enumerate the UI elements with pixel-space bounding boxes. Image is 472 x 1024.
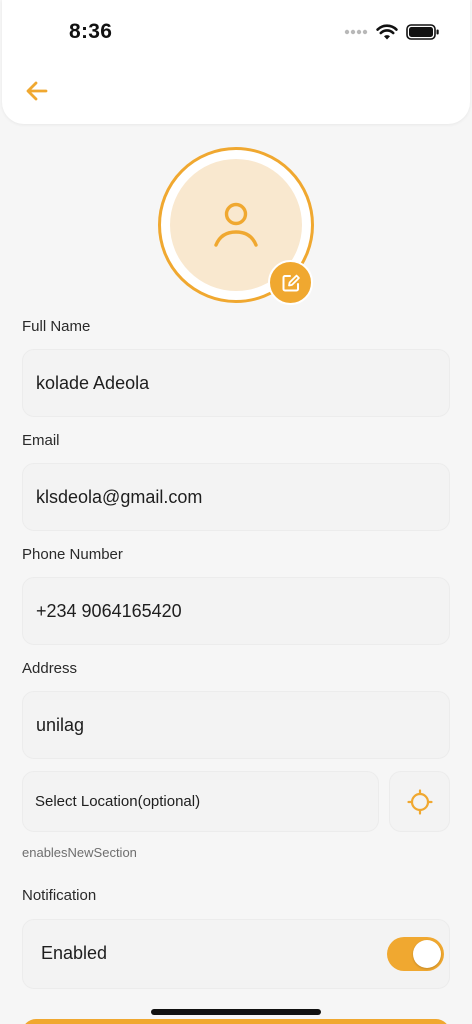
status-icons — [344, 22, 440, 42]
edit-avatar-button[interactable] — [268, 260, 313, 305]
notification-toggle[interactable] — [387, 937, 444, 971]
phone-field[interactable]: +234 9064165420 — [22, 577, 450, 645]
top-bar: 8:36 — [2, 0, 470, 124]
phone-label: Phone Number — [22, 546, 123, 563]
email-field[interactable]: klsdeola@gmail.com — [22, 463, 450, 531]
email-value: klsdeola@gmail.com — [36, 486, 203, 507]
phone-value: +234 9064165420 — [36, 600, 182, 621]
section-hint: enablesNewSection — [22, 845, 137, 860]
signal-icon — [344, 29, 368, 35]
edit-icon — [282, 274, 300, 291]
select-location-field[interactable]: Select Location(optional) — [22, 771, 379, 832]
full-name-value: kolade Adeola — [36, 372, 150, 393]
wifi-icon — [376, 23, 398, 39]
notification-row: Enabled — [22, 919, 450, 989]
crosshair-icon — [406, 788, 433, 815]
email-label: Email — [22, 432, 60, 449]
user-icon — [214, 202, 258, 247]
status-time: 8:36 — [69, 20, 113, 43]
notification-label: Notification — [22, 887, 97, 904]
save-button[interactable] — [22, 1019, 450, 1024]
battery-icon — [406, 24, 439, 40]
home-indicator — [151, 1009, 321, 1015]
current-location-button[interactable] — [389, 771, 450, 832]
address-field[interactable]: unilag — [22, 691, 450, 759]
arrow-left-icon — [26, 81, 48, 101]
full-name-field[interactable]: kolade Adeola — [22, 349, 450, 417]
full-name-label: Full Name — [22, 318, 91, 335]
toggle-knob — [413, 940, 441, 968]
address-value: unilag — [36, 714, 85, 735]
select-location-placeholder: Select Location(optional) — [35, 793, 201, 810]
back-button[interactable] — [24, 78, 50, 104]
notification-option-label: Enabled — [41, 943, 108, 963]
address-label: Address — [22, 660, 78, 677]
